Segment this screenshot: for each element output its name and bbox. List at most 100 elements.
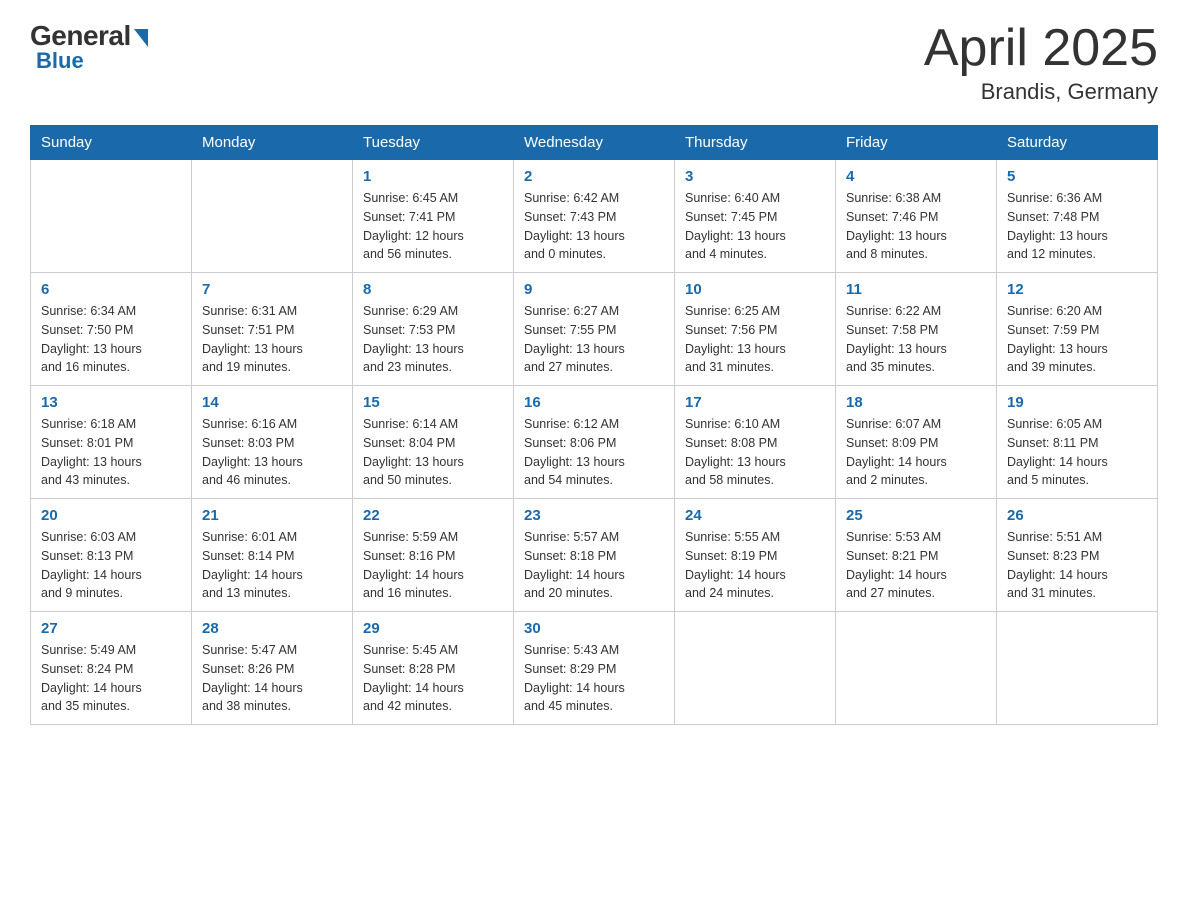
day-number: 13 <box>41 394 181 411</box>
calendar-cell: 20 Sunrise: 6:03 AM Sunset: 8:13 PM Dayli… <box>31 499 192 612</box>
day-info: Sunrise: 6:31 AM Sunset: 7:51 PM Dayligh… <box>202 302 342 377</box>
calendar-cell: 5Sunrise: 6:36 AM Sunset: 7:48 PM Daylig… <box>997 160 1158 273</box>
weekday-header-wednesday: Wednesday <box>514 126 675 160</box>
calendar-cell <box>675 612 836 725</box>
calendar-cell: 22Sunrise: 5:59 AM Sunset: 8:16 PM Dayli… <box>353 499 514 612</box>
calendar-cell: 8 Sunrise: 6:29 AM Sunset: 7:53 PM Daylig… <box>353 273 514 386</box>
day-number: 21 <box>202 507 342 524</box>
day-info: Sunrise: 6:40 AM Sunset: 7:45 PM Dayligh… <box>685 189 825 264</box>
day-number: 4 <box>846 168 986 185</box>
week-row-5: 27 Sunrise: 5:49 AM Sunset: 8:24 PM Dayli… <box>31 612 1158 725</box>
day-info: Sunrise: 5:47 AM Sunset: 8:26 PM Dayligh… <box>202 641 342 716</box>
day-info: Sunrise: 6:05 AM Sunset: 8:11 PM Dayligh… <box>1007 415 1147 490</box>
day-info: Sunrise: 6:34 AM Sunset: 7:50 PM Dayligh… <box>41 302 181 377</box>
day-number: 20 <box>41 507 181 524</box>
day-number: 19 <box>1007 394 1147 411</box>
day-info: Sunrise: 6:27 AM Sunset: 7:55 PM Dayligh… <box>524 302 664 377</box>
day-number: 23 <box>524 507 664 524</box>
day-info: Sunrise: 5:51 AM Sunset: 8:23 PM Dayligh… <box>1007 528 1147 603</box>
location: Brandis, Germany <box>924 79 1158 105</box>
calendar-cell: 21 Sunrise: 6:01 AM Sunset: 8:14 PM Dayli… <box>192 499 353 612</box>
calendar-cell: 4 Sunrise: 6:38 AM Sunset: 7:46 PM Daylig… <box>836 160 997 273</box>
day-number: 14 <box>202 394 342 411</box>
page-header: General Blue April 2025 Brandis, Germany <box>30 20 1158 105</box>
day-info: Sunrise: 6:07 AM Sunset: 8:09 PM Dayligh… <box>846 415 986 490</box>
day-info: Sunrise: 5:45 AM Sunset: 8:28 PM Dayligh… <box>363 641 503 716</box>
calendar-cell: 9 Sunrise: 6:27 AM Sunset: 7:55 PM Daylig… <box>514 273 675 386</box>
weekday-header-friday: Friday <box>836 126 997 160</box>
day-number: 11 <box>846 281 986 298</box>
day-number: 30 <box>524 620 664 637</box>
calendar-cell: 24 Sunrise: 5:55 AM Sunset: 8:19 PM Dayli… <box>675 499 836 612</box>
calendar-cell: 3Sunrise: 6:40 AM Sunset: 7:45 PM Daylig… <box>675 160 836 273</box>
weekday-header-thursday: Thursday <box>675 126 836 160</box>
calendar-cell: 19 Sunrise: 6:05 AM Sunset: 8:11 PM Dayli… <box>997 386 1158 499</box>
weekday-header-saturday: Saturday <box>997 126 1158 160</box>
calendar-cell: 17 Sunrise: 6:10 AM Sunset: 8:08 PM Dayli… <box>675 386 836 499</box>
day-info: Sunrise: 6:10 AM Sunset: 8:08 PM Dayligh… <box>685 415 825 490</box>
title-block: April 2025 Brandis, Germany <box>924 20 1158 105</box>
day-number: 6 <box>41 281 181 298</box>
week-row-2: 6 Sunrise: 6:34 AM Sunset: 7:50 PM Daylig… <box>31 273 1158 386</box>
day-info: Sunrise: 6:03 AM Sunset: 8:13 PM Dayligh… <box>41 528 181 603</box>
day-info: Sunrise: 6:01 AM Sunset: 8:14 PM Dayligh… <box>202 528 342 603</box>
day-info: Sunrise: 6:18 AM Sunset: 8:01 PM Dayligh… <box>41 415 181 490</box>
day-info: Sunrise: 6:22 AM Sunset: 7:58 PM Dayligh… <box>846 302 986 377</box>
week-row-1: 1Sunrise: 6:45 AM Sunset: 7:41 PM Daylig… <box>31 160 1158 273</box>
logo-blue-bottom: Blue <box>30 48 84 74</box>
day-info: Sunrise: 5:59 AM Sunset: 8:16 PM Dayligh… <box>363 528 503 603</box>
day-number: 27 <box>41 620 181 637</box>
day-number: 26 <box>1007 507 1147 524</box>
week-row-4: 20 Sunrise: 6:03 AM Sunset: 8:13 PM Dayli… <box>31 499 1158 612</box>
calendar-cell: 30 Sunrise: 5:43 AM Sunset: 8:29 PM Dayli… <box>514 612 675 725</box>
month-title: April 2025 <box>924 20 1158 77</box>
day-number: 9 <box>524 281 664 298</box>
logo: General Blue <box>30 20 152 74</box>
calendar-cell <box>31 160 192 273</box>
calendar-cell: 16 Sunrise: 6:12 AM Sunset: 8:06 PM Dayli… <box>514 386 675 499</box>
day-info: Sunrise: 6:16 AM Sunset: 8:03 PM Dayligh… <box>202 415 342 490</box>
calendar-cell: 27 Sunrise: 5:49 AM Sunset: 8:24 PM Dayli… <box>31 612 192 725</box>
calendar-cell: 1Sunrise: 6:45 AM Sunset: 7:41 PM Daylig… <box>353 160 514 273</box>
day-number: 24 <box>685 507 825 524</box>
calendar-cell: 25 Sunrise: 5:53 AM Sunset: 8:21 PM Dayli… <box>836 499 997 612</box>
day-info: Sunrise: 6:29 AM Sunset: 7:53 PM Dayligh… <box>363 302 503 377</box>
day-number: 8 <box>363 281 503 298</box>
day-info: Sunrise: 6:42 AM Sunset: 7:43 PM Dayligh… <box>524 189 664 264</box>
calendar-cell: 28 Sunrise: 5:47 AM Sunset: 8:26 PM Dayli… <box>192 612 353 725</box>
calendar-cell <box>997 612 1158 725</box>
day-number: 16 <box>524 394 664 411</box>
logo-arrow-icon <box>134 29 148 47</box>
day-number: 1 <box>363 168 503 185</box>
day-info: Sunrise: 5:43 AM Sunset: 8:29 PM Dayligh… <box>524 641 664 716</box>
day-info: Sunrise: 6:14 AM Sunset: 8:04 PM Dayligh… <box>363 415 503 490</box>
day-info: Sunrise: 6:36 AM Sunset: 7:48 PM Dayligh… <box>1007 189 1147 264</box>
day-info: Sunrise: 6:38 AM Sunset: 7:46 PM Dayligh… <box>846 189 986 264</box>
calendar-cell: 29Sunrise: 5:45 AM Sunset: 8:28 PM Dayli… <box>353 612 514 725</box>
calendar-cell <box>836 612 997 725</box>
calendar-cell: 2 Sunrise: 6:42 AM Sunset: 7:43 PM Daylig… <box>514 160 675 273</box>
weekday-header-monday: Monday <box>192 126 353 160</box>
day-number: 28 <box>202 620 342 637</box>
day-info: Sunrise: 5:57 AM Sunset: 8:18 PM Dayligh… <box>524 528 664 603</box>
day-number: 12 <box>1007 281 1147 298</box>
calendar-cell <box>192 160 353 273</box>
day-info: Sunrise: 6:12 AM Sunset: 8:06 PM Dayligh… <box>524 415 664 490</box>
calendar-cell: 10 Sunrise: 6:25 AM Sunset: 7:56 PM Dayli… <box>675 273 836 386</box>
calendar-cell: 12 Sunrise: 6:20 AM Sunset: 7:59 PM Dayli… <box>997 273 1158 386</box>
weekday-header-sunday: Sunday <box>31 126 192 160</box>
calendar-cell: 23 Sunrise: 5:57 AM Sunset: 8:18 PM Dayli… <box>514 499 675 612</box>
day-number: 10 <box>685 281 825 298</box>
calendar-cell: 18Sunrise: 6:07 AM Sunset: 8:09 PM Dayli… <box>836 386 997 499</box>
day-info: Sunrise: 6:20 AM Sunset: 7:59 PM Dayligh… <box>1007 302 1147 377</box>
day-number: 17 <box>685 394 825 411</box>
day-info: Sunrise: 5:55 AM Sunset: 8:19 PM Dayligh… <box>685 528 825 603</box>
calendar-header-row: SundayMondayTuesdayWednesdayThursdayFrid… <box>31 126 1158 160</box>
day-info: Sunrise: 5:53 AM Sunset: 8:21 PM Dayligh… <box>846 528 986 603</box>
day-number: 2 <box>524 168 664 185</box>
day-info: Sunrise: 6:25 AM Sunset: 7:56 PM Dayligh… <box>685 302 825 377</box>
calendar-cell: 6 Sunrise: 6:34 AM Sunset: 7:50 PM Daylig… <box>31 273 192 386</box>
day-number: 25 <box>846 507 986 524</box>
day-info: Sunrise: 5:49 AM Sunset: 8:24 PM Dayligh… <box>41 641 181 716</box>
weekday-header-tuesday: Tuesday <box>353 126 514 160</box>
